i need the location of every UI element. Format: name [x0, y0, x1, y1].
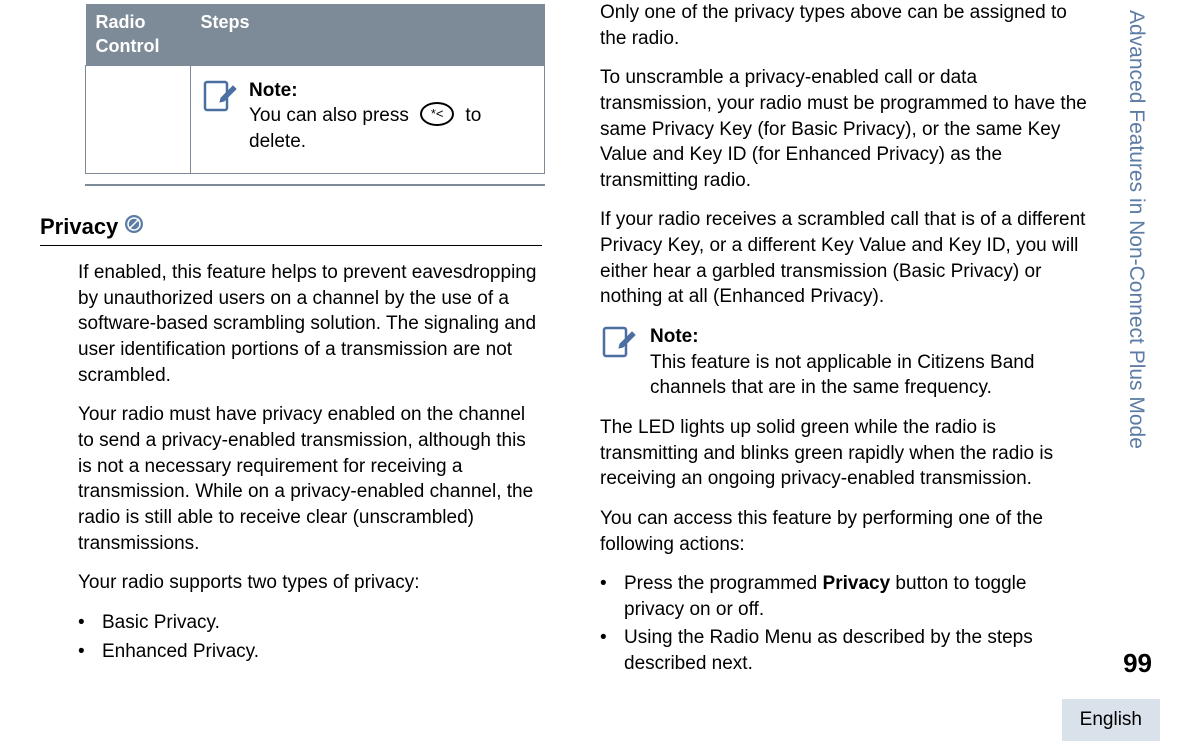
radio-control-table: Radio Control Steps [85, 4, 545, 174]
table-bottom-rule [85, 184, 545, 186]
note-body-text: You can also press *< to delete. [249, 103, 534, 154]
page-number: 99 [1123, 646, 1152, 681]
note-label: Note: [650, 326, 699, 347]
paragraph: Only one of the privacy types above can … [600, 0, 1090, 51]
asterisk-key-icon: *< [420, 102, 454, 126]
list-item: Enhanced Privacy. [78, 639, 542, 665]
paragraph: You can access this feature by performin… [600, 506, 1090, 557]
note-body-text: This feature is not applicable in Citize… [650, 350, 1090, 401]
note-icon [201, 80, 237, 122]
language-tag: English [1062, 699, 1160, 741]
actions-list: Press the programmed Privacy button to t… [600, 571, 1090, 677]
table-header-steps: Steps [191, 4, 545, 65]
list-item: Basic Privacy. [78, 610, 542, 636]
paragraph: If your radio receives a scrambled call … [600, 207, 1090, 310]
paragraph: Your radio supports two types of privacy… [40, 570, 542, 596]
section-heading-privacy: Privacy [40, 212, 542, 242]
paragraph: The LED lights up solid green while the … [600, 415, 1090, 492]
table-header-radio-control: Radio Control [86, 4, 191, 65]
paragraph: Your radio must have privacy enabled on … [40, 402, 542, 556]
note-label: Note: [249, 78, 534, 104]
note-icon [600, 326, 636, 368]
paragraph: To unscramble a privacy-enabled call or … [600, 65, 1090, 193]
privacy-icon [124, 212, 144, 242]
paragraph: If enabled, this feature helps to preven… [40, 260, 542, 388]
list-item: Press the programmed Privacy button to t… [600, 571, 1090, 622]
chapter-title-vertical: Advanced Features in Non-Connect Plus Mo… [1122, 10, 1150, 449]
table-row: Note: You can also press *< to delete. [86, 65, 545, 173]
section-rule [40, 245, 542, 246]
list-item: Using the Radio Menu as described by the… [600, 625, 1090, 676]
privacy-types-list: Basic Privacy. Enhanced Privacy. [40, 610, 542, 664]
